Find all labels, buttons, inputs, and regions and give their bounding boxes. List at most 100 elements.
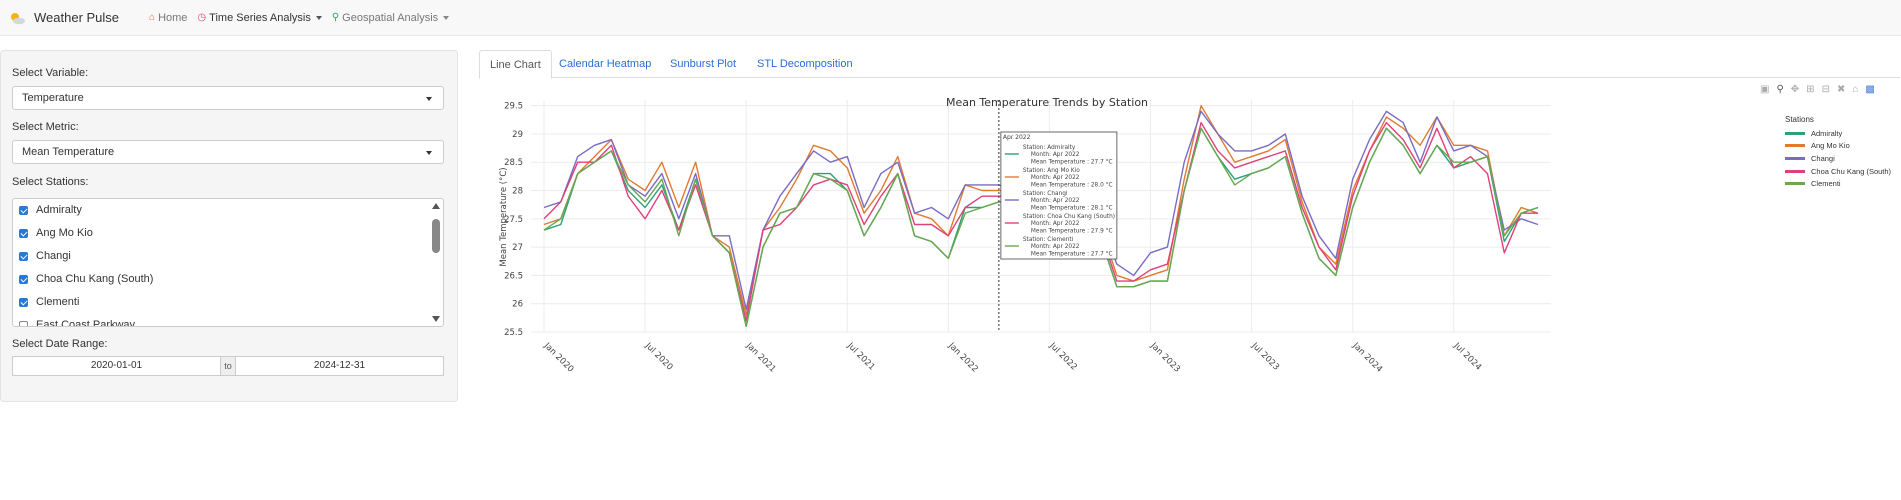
tab-stl-decomposition[interactable]: STL Decomposition [747,50,863,78]
tab-bar: Line Chart Calendar Heatmap Sunburst Plo… [479,50,1900,79]
nav-geospatial[interactable]: ⚲ Geospatial Analysis [331,11,450,24]
y-tick-label: 26 [512,300,523,310]
home-icon: ⌂ [149,12,156,23]
y-tick-label: 25.5 [504,328,523,338]
stations-label: Select Stations: [12,176,89,188]
date-range-separator: to [221,356,235,376]
legend-label: Clementi [1811,179,1841,189]
clock-icon: ◷ [197,12,207,23]
hover-entry-text: Station: Changi [1023,191,1068,197]
legend-title: Stations [1785,115,1814,124]
station-option[interactable]: Choa Chu Kang (South) [19,273,153,285]
chart-svg: 25.52626.52727.52828.52929.5Jan 2020 Jul … [499,96,1551,375]
legend-item[interactable]: Clementi [1785,177,1891,190]
metric-label: Select Metric: [12,121,79,133]
sidebar-panel: Select Variable: Temperature Select Metr… [0,50,458,402]
checkbox[interactable] [19,251,28,261]
checkbox[interactable] [19,205,28,215]
stations-list[interactable]: Admiralty Ang Mo Kio Changi Choa Chu Kan… [12,198,444,327]
legend-swatch [1785,169,1805,173]
sun-cloud-icon [11,12,25,24]
tab-sunburst-plot[interactable]: Sunburst Plot [660,50,746,78]
y-tick-label: 28.5 [504,158,523,168]
station-name: Choa Chu Kang (South) [36,273,154,285]
hover-entry-text: Station: Clementi [1023,237,1074,243]
x-tick-label: Jul 2021 [844,340,876,372]
chart-title: Mean Temperature Trends by Station [946,96,1148,109]
chevron-down-icon [443,15,450,20]
nav-time-series[interactable]: ◷ Time Series Analysis [197,12,322,24]
x-tick-label: Jul 2023 [1249,340,1281,372]
station-name: Admiralty [36,204,82,216]
date-range: 2020-01-01 to 2024-12-31 [12,356,444,376]
station-option[interactable]: East Coast Parkway [19,319,136,327]
legend-label: Ang Mo Kio [1811,141,1850,151]
x-tick-label: Jan 2021 [743,340,777,374]
x-tick-label: Jan 2022 [946,340,980,374]
station-option[interactable]: Ang Mo Kio [19,227,93,239]
station-option[interactable]: Changi [19,250,71,262]
line-chart: 25.5 26 26.5 27 27.5 28 28.5 29 29.5 Jan 2020 Jul … [479,92,1900,492]
checkbox[interactable] [19,274,28,284]
hover-entry-text: Station: Admiralty [1023,145,1076,151]
nav-home[interactable]: ⌂ Home [149,12,187,24]
hover-entry-text: Mean Temperature : 27.7 °C [1031,251,1113,257]
legend-swatch [1785,156,1805,160]
legend-item[interactable]: Ang Mo Kio [1785,140,1891,153]
variable-select[interactable]: Temperature [12,86,444,110]
checkbox[interactable] [19,297,28,307]
y-tick-label: 27 [512,243,523,253]
nav-geospatial-label: Geospatial Analysis [342,11,439,24]
hover-entry-text: Month: Apr 2022 [1031,221,1080,227]
dropdown-caret-icon [426,97,432,101]
navbar: Weather Pulse ⌂ Home ◷ Time Series Analy… [0,0,1901,36]
checkbox[interactable] [19,320,28,326]
metric-select-value: Mean Temperature [22,146,115,158]
hover-entry-text: Station: Choa Chu Kang (South) [1023,214,1115,220]
metric-select[interactable]: Mean Temperature [12,140,444,164]
y-tick-label: 26.5 [504,271,523,281]
hover-entry-text: Mean Temperature : 28.0 °C [1031,182,1113,188]
hover-entry-text: Month: Apr 2022 [1031,198,1080,204]
scroll-up-arrow-icon[interactable] [432,203,440,209]
legend-label: Choa Chu Kang (South) [1811,166,1892,176]
date-range-label: Select Date Range: [12,338,108,350]
station-option[interactable]: Clementi [19,296,79,308]
brand[interactable]: Weather Pulse [8,10,119,25]
variable-label: Select Variable: [12,67,89,79]
tab-calendar-heatmap[interactable]: Calendar Heatmap [549,50,661,78]
hover-entry-text: Station: Ang Mo Kio [1023,168,1080,174]
y-tick-label: 28 [512,187,523,197]
legend-item[interactable]: Changi [1785,152,1891,165]
x-tick-label: Jan 2023 [1148,340,1182,374]
dropdown-caret-icon [426,151,432,155]
y-axis-title: Mean Temperature (°C) [499,167,509,266]
date-end-input[interactable]: 2024-12-31 [235,356,444,376]
chart-legend: Stations Admiralty Ang Mo Kio Changi Cho… [1785,115,1891,190]
hover-entry-text: Month: Apr 2022 [1031,175,1080,181]
station-name: Clementi [36,296,80,308]
tab-line-chart[interactable]: Line Chart [479,50,552,79]
legend-item[interactable]: Admiralty [1785,127,1891,140]
legend-item[interactable]: Choa Chu Kang (South) [1785,165,1891,178]
chevron-down-icon [315,15,322,20]
y-tick-label: 29.5 [504,102,523,112]
scrollbar-thumb[interactable] [432,219,440,253]
hover-header: Apr 2022 [1003,134,1031,141]
map-pin-icon: ⚲ [331,12,340,23]
hover-entry-text: Mean Temperature : 27.9 °C [1031,228,1113,234]
legend-label: Admiralty [1811,128,1843,138]
scrollbar[interactable] [432,201,440,324]
station-name: East Coast Parkway [36,319,136,327]
x-tick-label: Jul 2024 [1451,340,1483,372]
station-name: Ang Mo Kio [36,227,93,239]
legend-swatch [1785,182,1805,186]
legend-label: Changi [1811,153,1835,163]
checkbox[interactable] [19,228,28,238]
app-title: Weather Pulse [34,10,120,25]
station-option[interactable]: Admiralty [19,204,82,216]
hover-entry-text: Mean Temperature : 28.1 °C [1031,205,1113,211]
scroll-down-arrow-icon[interactable] [432,316,440,322]
date-start-input[interactable]: 2020-01-01 [12,356,221,376]
x-tick-label: Jan 2024 [1350,340,1384,374]
